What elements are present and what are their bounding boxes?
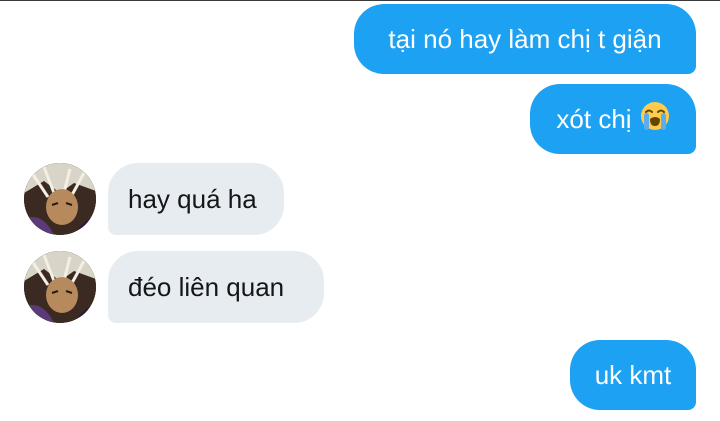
received-message-bubble[interactable]: hay quá ha <box>108 163 284 235</box>
message-text: hay quá ha <box>128 184 257 214</box>
sent-message-bubble[interactable]: tại nó hay làm chị t giận <box>354 4 696 74</box>
contact-avatar[interactable] <box>24 163 96 235</box>
top-divider <box>0 0 720 1</box>
loudly-crying-face-icon <box>640 101 670 137</box>
received-message-bubble[interactable]: đéo liên quan <box>108 251 324 323</box>
contact-avatar[interactable] <box>24 251 96 323</box>
sent-message-bubble[interactable]: uk kmt <box>570 340 696 410</box>
sent-message-bubble[interactable]: xót chị <box>530 84 696 154</box>
message-text: đéo liên quan <box>128 272 285 302</box>
message-text: tại nó hay làm chị t giận <box>388 24 662 54</box>
message-text: xót chị <box>556 104 632 134</box>
message-text: uk kmt <box>594 360 672 390</box>
